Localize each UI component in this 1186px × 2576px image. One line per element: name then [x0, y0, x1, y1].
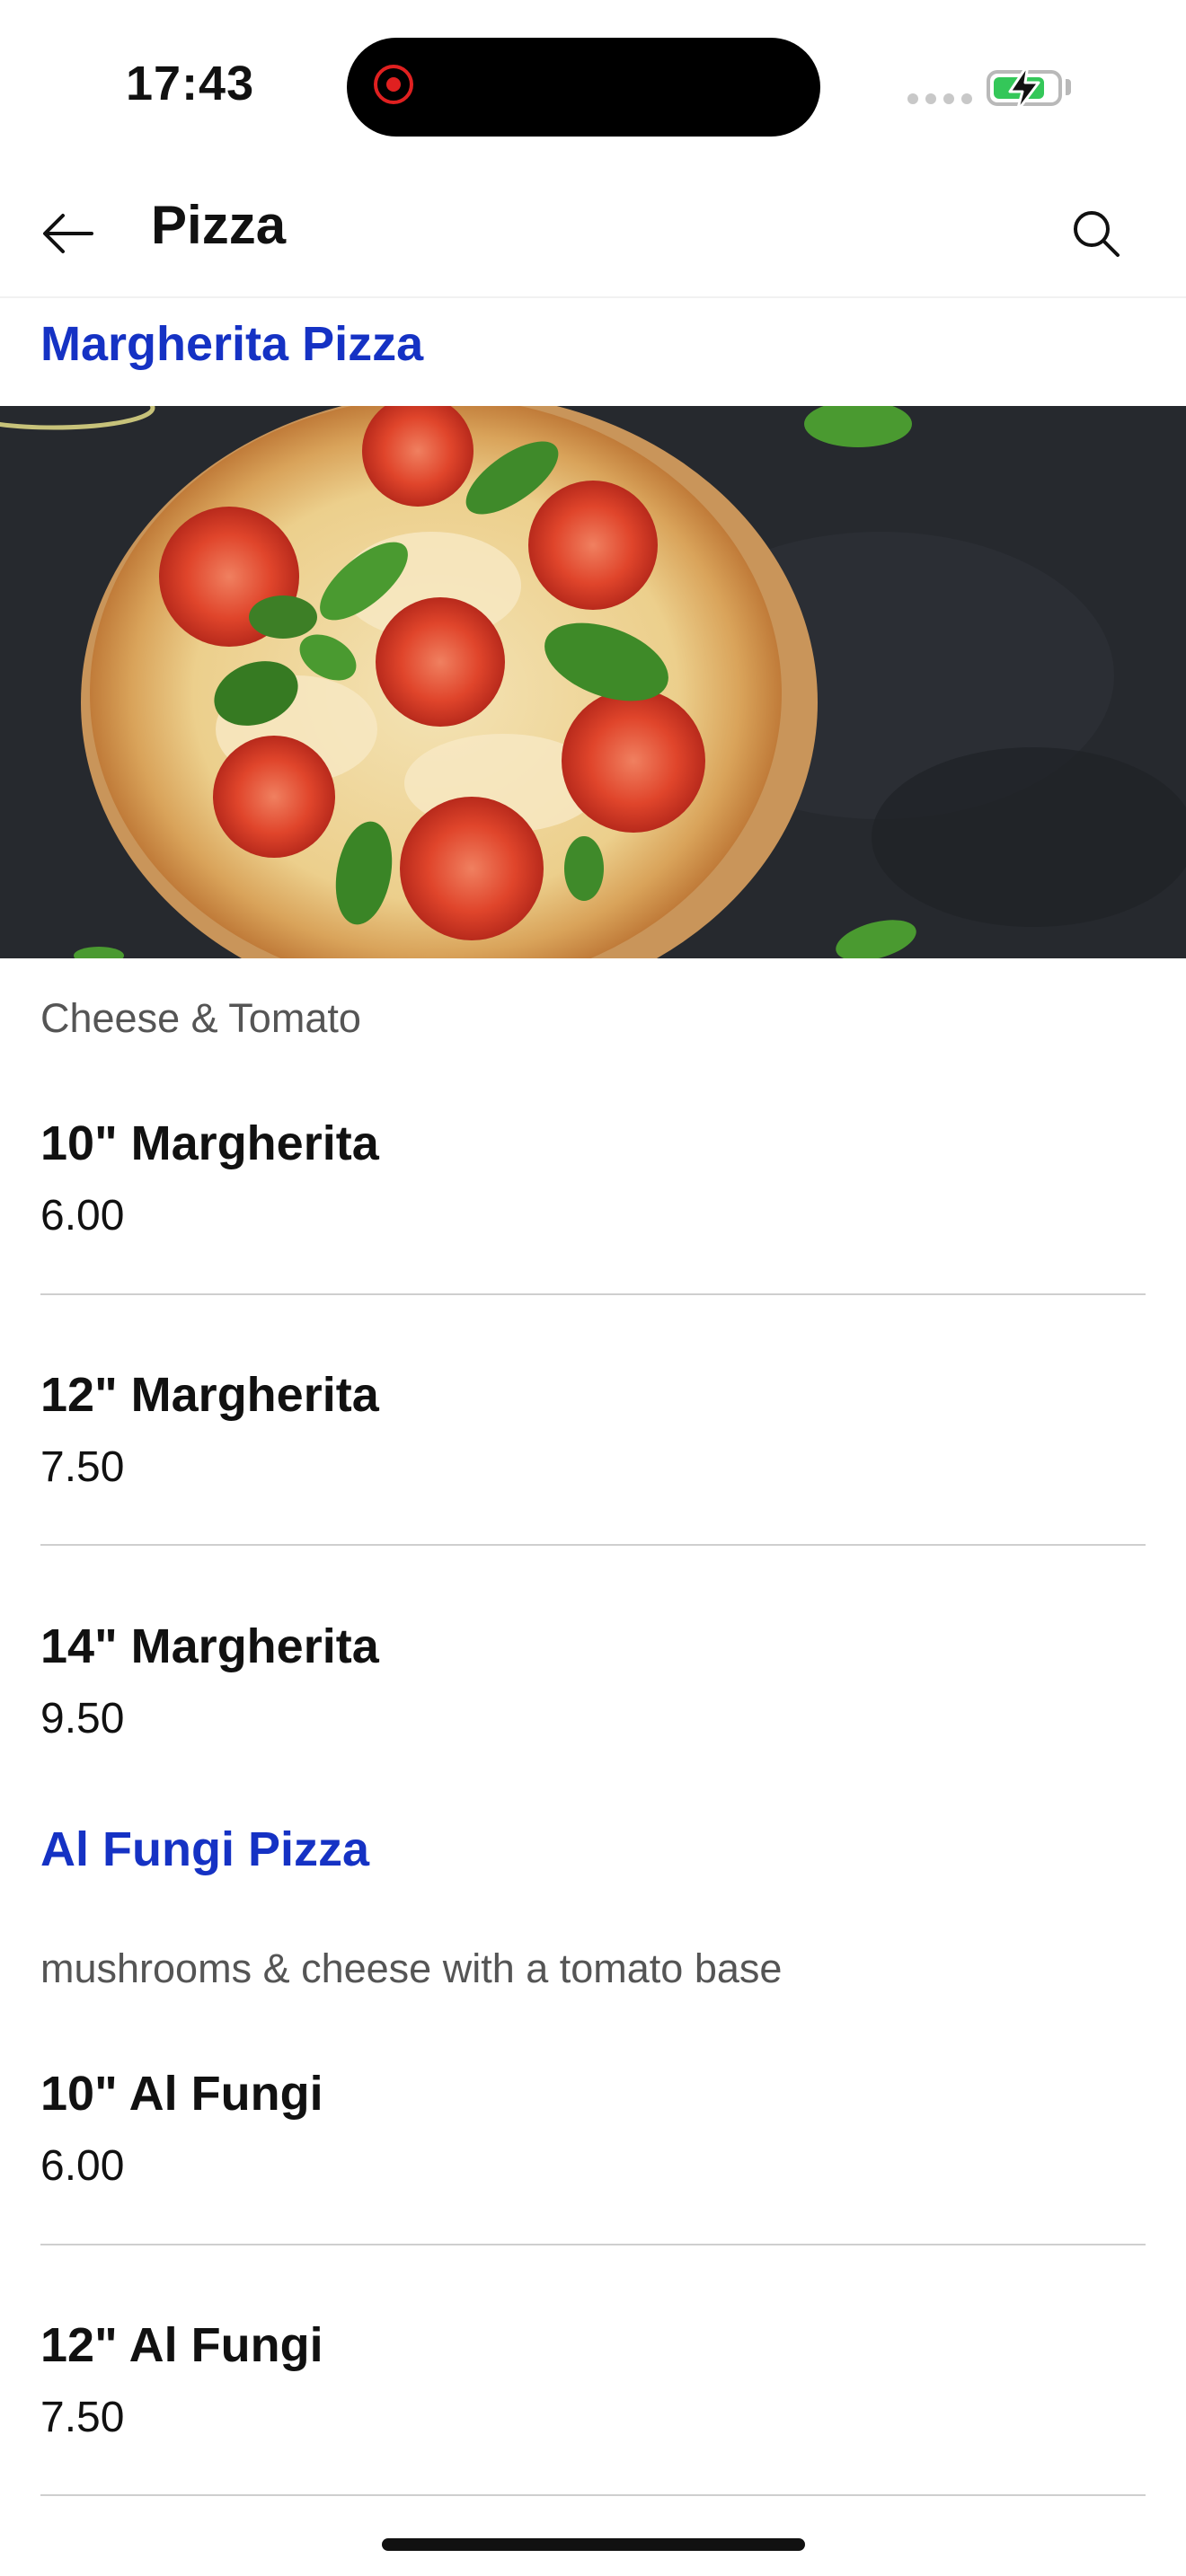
app-header: Pizza [0, 171, 1186, 298]
item-price: 6.00 [40, 2142, 125, 2190]
menu-item[interactable]: 12" Al Fungi 7.50 [40, 2307, 1146, 2558]
charging-bolt-icon [1008, 63, 1040, 113]
item-name: 10" Margherita [40, 1116, 379, 1170]
screen-recording-icon [374, 65, 413, 104]
section-description-al-fungi: mushrooms & cheese with a tomato base [40, 1945, 783, 1991]
menu-item[interactable]: 10" Margherita 6.00 [40, 1105, 1146, 1356]
divider [40, 1293, 1146, 1295]
menu-item[interactable]: 10" Al Fungi 6.00 [40, 2055, 1146, 2307]
section-title-al-fungi: Al Fungi Pizza [40, 1822, 370, 1876]
status-bar: 17:43 [0, 0, 1186, 171]
item-name: 12" Al Fungi [40, 2318, 323, 2372]
page-title: Pizza [151, 195, 287, 255]
home-indicator[interactable] [382, 2538, 805, 2551]
search-icon [1074, 211, 1120, 257]
item-name: 10" Al Fungi [40, 2067, 323, 2121]
divider [40, 2244, 1146, 2245]
menu-item[interactable]: 12" Margherita 7.50 [40, 1356, 1146, 1608]
section-title-margherita: Margherita Pizza [40, 317, 424, 371]
section-description-margherita: Cheese & Tomato [40, 995, 361, 1041]
divider [40, 1544, 1146, 1546]
battery-cap [1066, 79, 1071, 95]
divider [40, 2494, 1146, 2496]
item-price: 7.50 [40, 1443, 125, 1491]
search-button[interactable] [1064, 201, 1128, 266]
item-name: 14" Margherita [40, 1619, 379, 1673]
status-time: 17:43 [126, 57, 255, 110]
item-price: 9.50 [40, 1695, 125, 1742]
cellular-signal-icon [907, 93, 972, 104]
back-button[interactable] [36, 201, 101, 266]
arrow-left-icon [43, 214, 93, 253]
item-price: 7.50 [40, 2394, 125, 2441]
dynamic-island [347, 38, 820, 137]
margherita-pizza-photo [0, 406, 1186, 958]
item-price: 6.00 [40, 1192, 125, 1239]
item-name: 12" Margherita [40, 1368, 379, 1422]
